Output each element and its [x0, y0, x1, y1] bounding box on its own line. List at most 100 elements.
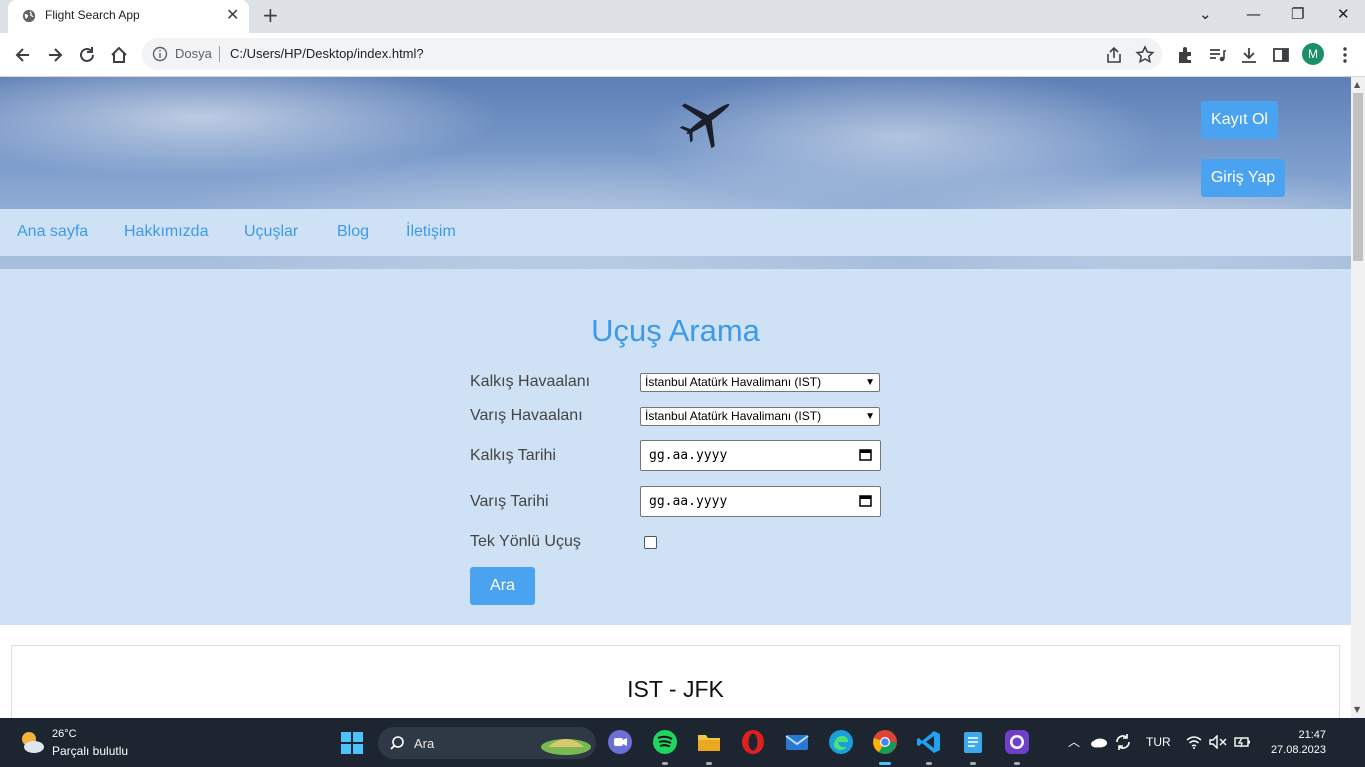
chevron-down-icon: ▼ [865, 377, 875, 388]
page-viewport: Kayıt Ol Giriş Yap Ana sayfa Hakkımızda … [0, 77, 1351, 718]
onedrive-icon[interactable] [1090, 736, 1108, 748]
vscode-icon[interactable] [916, 729, 942, 755]
file-scheme-label: Dosya [175, 46, 212, 61]
arrival-date-label: Varış Tarihi [470, 493, 549, 510]
app-running-indicator [970, 762, 976, 765]
page-scrollbar[interactable]: ▲ ▼ [1351, 77, 1365, 718]
globe-icon [22, 9, 36, 23]
side-panel-icon[interactable] [1271, 45, 1291, 65]
arrival-airport-label: Varış Havaalanı [470, 407, 583, 424]
browser-tab[interactable]: Flight Search App ✕ [8, 0, 249, 33]
login-button[interactable]: Giriş Yap [1201, 159, 1285, 197]
search-highlight-icon [541, 739, 591, 755]
nav-item-blog[interactable]: Blog [337, 223, 369, 241]
forward-icon[interactable] [45, 45, 65, 65]
browser-toolbar: Dosya C:/Users/HP/Desktop/index.html? M [0, 33, 1365, 77]
tab-search-icon[interactable]: ⌄ [1199, 5, 1212, 23]
arrival-airport-value: İstanbul Atatürk Havalimanı (IST) [645, 409, 822, 423]
taskbar-search[interactable]: Ara [378, 727, 596, 759]
nav-item-flights[interactable]: Uçuşlar [244, 223, 298, 241]
departure-airport-select[interactable]: İstanbul Atatürk Havalimanı (IST) ▼ [640, 373, 880, 392]
main-nav: Ana sayfa Hakkımızda Uçuşlar Blog İletiş… [0, 209, 1351, 256]
weather-condition[interactable]: Parçalı bulutlu [52, 744, 128, 758]
nav-item-home[interactable]: Ana sayfa [17, 223, 88, 241]
battery-charging-icon[interactable] [1233, 735, 1251, 749]
extensions-icon[interactable] [1175, 45, 1195, 65]
media-control-icon[interactable] [1207, 45, 1227, 65]
wifi-icon[interactable] [1186, 735, 1202, 749]
minimize-icon[interactable]: — [1246, 5, 1261, 23]
arrival-airport-select[interactable]: İstanbul Atatürk Havalimanı (IST) ▼ [640, 407, 880, 426]
calendar-icon[interactable] [859, 494, 872, 507]
scrollbar-thumb[interactable] [1353, 93, 1363, 261]
tab-strip: Flight Search App ✕ + ⌄ — ❐ ✕ [0, 0, 1365, 33]
spotify-icon[interactable] [652, 729, 678, 755]
omnibox-divider [219, 46, 220, 62]
scroll-down-icon[interactable]: ▼ [1354, 705, 1360, 714]
flight-search-section: Uçuş Arama Kalkış Havaalanı İstanbul Ata… [0, 269, 1351, 625]
windows-start-icon[interactable] [341, 732, 363, 754]
taskbar-search-placeholder: Ara [414, 736, 435, 751]
input-language[interactable]: TUR [1146, 735, 1171, 749]
profile-avatar[interactable]: M [1302, 43, 1324, 65]
departure-airport-label: Kalkış Havaalanı [470, 373, 591, 390]
chevron-down-icon: ▼ [865, 411, 875, 422]
download-icon[interactable] [1239, 45, 1259, 65]
system-clock[interactable]: 21:47 27.08.2023 [1266, 728, 1326, 758]
chrome-icon[interactable] [872, 729, 898, 755]
volume-muted-icon[interactable] [1209, 735, 1227, 749]
calendar-icon[interactable] [859, 448, 872, 461]
search-icon [390, 736, 404, 750]
app-running-indicator [706, 762, 712, 765]
scroll-up-icon[interactable]: ▲ [1354, 80, 1360, 89]
opera-icon[interactable] [740, 729, 766, 755]
arrival-date-input[interactable]: gg.aa.yyyy [640, 486, 881, 517]
bookmark-star-icon[interactable] [1135, 45, 1155, 65]
teams-chat-icon[interactable] [607, 729, 633, 755]
arrival-date-placeholder: gg.aa.yyyy [649, 494, 728, 509]
app-running-indicator [662, 762, 668, 765]
file-explorer-icon[interactable] [696, 729, 722, 755]
back-icon[interactable] [13, 45, 33, 65]
airplane-icon [679, 103, 730, 149]
search-title: Uçuş Arama [591, 313, 760, 348]
show-hidden-icons-chevron-icon[interactable]: ︿ [1068, 733, 1080, 750]
tab-title: Flight Search App [45, 8, 140, 22]
mail-icon[interactable] [784, 729, 810, 755]
new-tab-icon[interactable]: + [262, 3, 279, 27]
route-title: IST - JFK [627, 676, 724, 702]
departure-date-label: Kalkış Tarihi [470, 447, 556, 464]
notepad-icon[interactable] [960, 729, 986, 755]
url-text[interactable]: C:/Users/HP/Desktop/index.html? [230, 46, 424, 61]
reload-icon[interactable] [77, 45, 97, 65]
departure-date-placeholder: gg.aa.yyyy [649, 448, 728, 463]
sync-icon[interactable] [1114, 733, 1132, 751]
info-icon[interactable] [152, 46, 168, 62]
one-way-checkbox[interactable] [644, 536, 657, 549]
one-way-label: Tek Yönlü Uçuş [470, 533, 581, 550]
restore-icon[interactable]: ❐ [1291, 5, 1304, 23]
app-running-indicator [926, 762, 932, 765]
github-desktop-icon[interactable] [1004, 729, 1030, 755]
clock-date: 27.08.2023 [1270, 744, 1326, 756]
menu-kebab-icon[interactable] [1335, 45, 1355, 65]
nav-item-about[interactable]: Hakkımızda [124, 223, 208, 241]
clock-time: 21:47 [1298, 729, 1326, 741]
app-active-indicator [879, 762, 891, 765]
weather-temperature[interactable]: 26°C [52, 728, 77, 740]
home-icon[interactable] [109, 45, 129, 65]
windows-taskbar: 26°C Parçalı bulutlu Ara ︿ TUR 21:47 27.… [0, 718, 1365, 767]
tab-close-icon[interactable]: ✕ [226, 6, 239, 24]
edge-icon[interactable] [828, 729, 854, 755]
close-window-icon[interactable]: ✕ [1337, 5, 1350, 23]
weather-partly-cloudy-icon[interactable] [18, 728, 46, 756]
app-running-indicator [1014, 762, 1020, 765]
departure-date-input[interactable]: gg.aa.yyyy [640, 440, 881, 471]
address-bar[interactable]: Dosya C:/Users/HP/Desktop/index.html? [142, 38, 1162, 70]
search-button[interactable]: Ara [470, 567, 535, 605]
hero-banner: Kayıt Ol Giriş Yap Ana sayfa Hakkımızda … [0, 77, 1351, 269]
share-icon[interactable] [1104, 45, 1124, 65]
register-button[interactable]: Kayıt Ol [1201, 101, 1278, 139]
departure-airport-value: İstanbul Atatürk Havalimanı (IST) [645, 375, 822, 389]
nav-item-contact[interactable]: İletişim [406, 223, 456, 241]
